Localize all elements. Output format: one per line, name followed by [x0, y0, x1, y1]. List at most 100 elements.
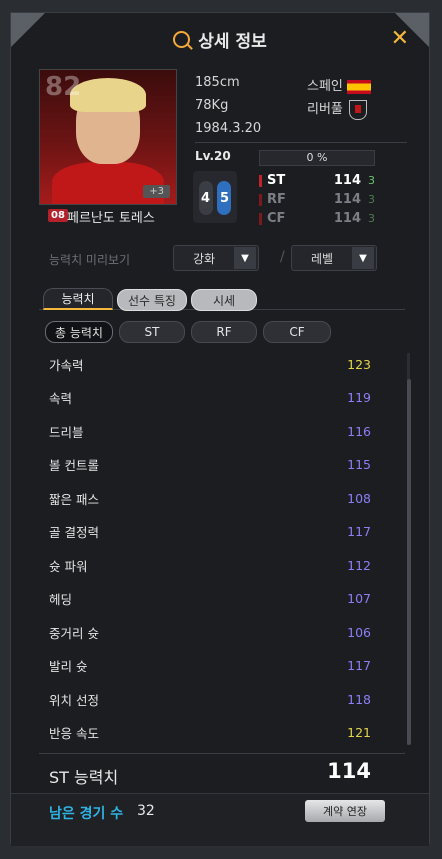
level-dropdown-label: 레벨: [310, 251, 334, 266]
position-value: 114: [333, 211, 361, 226]
title-bar: 상세 정보: [11, 13, 429, 65]
close-button[interactable]: ✕: [391, 26, 409, 51]
stat-value: 117: [347, 524, 371, 539]
player-hair: [70, 78, 146, 112]
exp-bar: 0 %: [259, 150, 375, 166]
position-marker: [259, 212, 262, 225]
scrollbar-thumb[interactable]: [407, 379, 411, 745]
position-plus: 3: [368, 174, 375, 187]
stat-name: 위치 선정: [49, 692, 99, 708]
divider: [195, 142, 407, 143]
total-stat-value: 114: [327, 759, 371, 783]
player-shirt: [52, 162, 164, 204]
enhance-dropdown[interactable]: 강화 ▼: [173, 245, 259, 271]
nation-label: 스페인: [307, 79, 343, 94]
stat-name: 드리블: [49, 424, 84, 440]
stat-name: 슛 파워: [49, 558, 88, 574]
position-plus: 3: [368, 212, 375, 225]
tab-stats[interactable]: 능력치: [43, 288, 113, 310]
position-row: RF 114 3: [259, 192, 379, 207]
filter-rf[interactable]: RF: [191, 321, 257, 343]
stat-name: 헤딩: [49, 592, 73, 607]
player-name: 페르난도 토레스: [67, 211, 155, 226]
chevron-down-icon: ▼: [234, 247, 256, 269]
stat-row: 드리블 116: [49, 420, 371, 442]
separator: /: [280, 249, 285, 265]
stat-row: 반응 속도 121: [49, 722, 371, 744]
enhance-dropdown-label: 강화: [192, 251, 216, 266]
stat-preview-label: 능력치 미리보기: [49, 253, 131, 267]
player-height: 185cm: [195, 75, 240, 90]
stat-value: 112: [347, 557, 371, 573]
stat-row: 볼 컨트롤 115: [49, 454, 371, 476]
position-row: CF 114 3: [259, 211, 379, 226]
liverpool-crest-icon: [348, 99, 367, 120]
stat-row: 짧은 패스 108: [49, 487, 371, 509]
spain-flag-icon: [346, 79, 371, 94]
position-name: ST: [267, 173, 286, 188]
player-nation: 스페인: [307, 75, 371, 94]
stat-name: 중거리 슛: [49, 625, 99, 641]
player-detail-window: 상세 정보 ✕ 82 +3 08 페르난도 토레스 185cm 78Kg 198…: [10, 12, 430, 846]
divider: [39, 753, 405, 754]
filter-total-stats[interactable]: 총 능력치: [45, 321, 113, 343]
stat-row: 위치 선정 118: [49, 688, 371, 710]
left-foot-value: 4: [201, 191, 211, 206]
remaining-games-value: 32: [137, 803, 155, 819]
filter-cf[interactable]: CF: [263, 321, 331, 343]
stat-row: 중거리 슛 106: [49, 621, 371, 643]
upgrade-badge: +3: [143, 185, 170, 198]
position-plus: 3: [368, 193, 375, 206]
position-value: 114: [333, 192, 361, 207]
stat-name: 골 결정력: [49, 525, 99, 540]
stat-name: 반응 속도: [49, 726, 99, 741]
stat-row: 발리 슛 117: [49, 655, 371, 677]
stat-row: 골 결정력 117: [49, 521, 371, 543]
stat-name: 짧은 패스: [49, 491, 99, 507]
stat-value: 116: [347, 423, 371, 439]
filter-st[interactable]: ST: [119, 321, 185, 343]
player-portrait: 82 +3: [39, 69, 177, 205]
stat-value: 107: [347, 591, 371, 606]
stat-row: 헤딩 107: [49, 588, 371, 610]
stat-name: 발리 슛: [49, 659, 88, 674]
position-name: CF: [267, 211, 286, 226]
stat-value: 123: [347, 356, 371, 372]
stat-value: 118: [347, 691, 371, 707]
position-marker: [259, 193, 262, 206]
club-label: 리버풀: [307, 102, 343, 117]
stat-value: 108: [347, 490, 371, 506]
stat-name: 가속력: [49, 357, 84, 373]
level-dropdown[interactable]: 레벨 ▼: [291, 245, 377, 271]
position-name: RF: [267, 192, 286, 207]
stat-name: 볼 컨트롤: [49, 458, 99, 473]
window-title: 상세 정보: [198, 31, 267, 52]
stat-value: 117: [347, 658, 371, 673]
stat-name: 속력: [49, 391, 73, 406]
position-marker: [259, 174, 262, 187]
season-badge: 08: [48, 209, 68, 222]
player-weight: 78Kg: [195, 98, 229, 113]
stat-row: 속력 119: [49, 387, 371, 409]
right-foot-value: 5: [220, 191, 230, 206]
tab-market-price[interactable]: 시세: [191, 289, 257, 311]
player-birth: 1984.3.20: [195, 121, 262, 136]
total-stat-label: ST 능력치: [49, 768, 119, 787]
position-value: 114: [333, 173, 361, 188]
position-row: ST 114 3: [259, 173, 379, 188]
extend-contract-button[interactable]: 계약 연장: [305, 800, 385, 822]
stat-value: 115: [347, 457, 371, 472]
chevron-down-icon: ▼: [352, 247, 374, 269]
search-icon: [173, 30, 191, 48]
overall-rating: 82: [45, 72, 82, 102]
stat-row: 가속력 123: [49, 353, 371, 375]
stat-value: 119: [347, 390, 371, 405]
stat-value: 106: [347, 624, 371, 640]
stat-row: 슛 파워 112: [49, 554, 371, 576]
exp-percent: 0 %: [306, 151, 328, 164]
tab-player-traits[interactable]: 선수 특징: [117, 289, 187, 311]
player-club: 리버풀: [307, 98, 367, 120]
player-level: Lv.20: [195, 149, 231, 163]
close-icon: ✕: [390, 26, 409, 51]
remaining-games-label: 남은 경기 수: [49, 806, 124, 822]
